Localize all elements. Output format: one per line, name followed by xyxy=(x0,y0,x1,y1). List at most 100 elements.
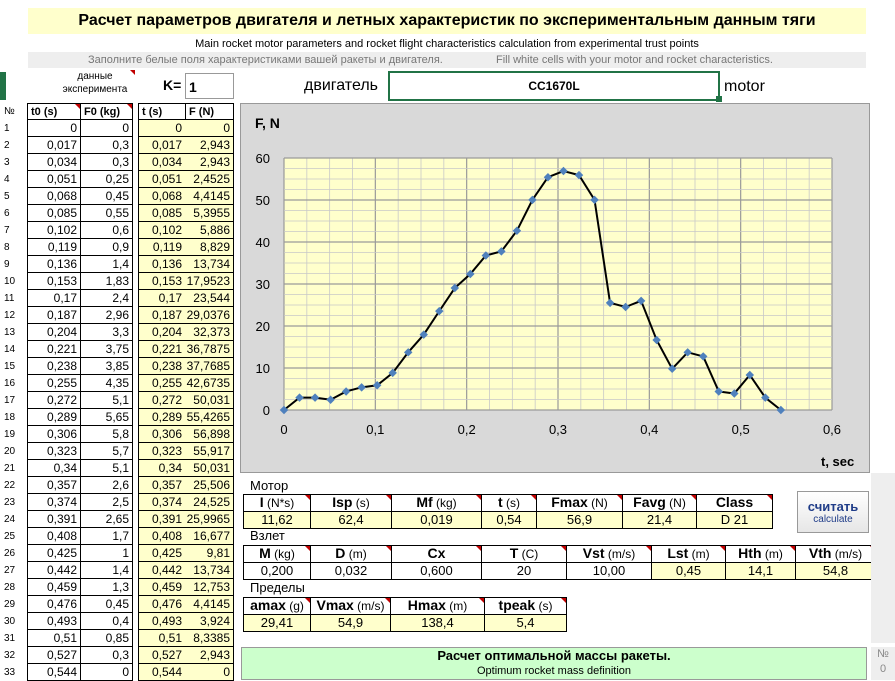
param-value: 138,4 xyxy=(390,614,485,632)
cell-t0[interactable]: 0,493 xyxy=(27,613,81,630)
cell-f0[interactable]: 1,4 xyxy=(80,256,133,273)
cell-t0[interactable]: 0,527 xyxy=(27,647,81,664)
cell-f0[interactable]: 1,7 xyxy=(80,528,133,545)
cell-f0[interactable]: 0,55 xyxy=(80,205,133,222)
cell-t: 0,544 xyxy=(138,664,186,681)
exp-data-label-1: данные xyxy=(77,71,113,82)
cell-f0[interactable]: 1,4 xyxy=(80,562,133,579)
cell-t0[interactable]: 0,017 xyxy=(27,137,81,154)
cell-f0[interactable]: 0 xyxy=(80,664,133,681)
row-number: 10 xyxy=(4,276,16,287)
cell-f0[interactable]: 1,3 xyxy=(80,579,133,596)
cell-t: 0,051 xyxy=(138,171,186,188)
cell-f0[interactable]: 4,35 xyxy=(80,375,133,392)
cell-t: 0,51 xyxy=(138,630,186,647)
calculate-button[interactable]: считать calculate xyxy=(797,491,869,533)
cell-f0[interactable]: 5,1 xyxy=(80,460,133,477)
param-value[interactable]: 0,200 xyxy=(243,562,311,580)
cell-f0[interactable]: 2,4 xyxy=(80,290,133,307)
cell-t: 0,357 xyxy=(138,477,186,494)
cell-t: 0,085 xyxy=(138,205,186,222)
cell-t0[interactable]: 0,085 xyxy=(27,205,81,222)
cell-t0[interactable]: 0,51 xyxy=(27,630,81,647)
cell-t0[interactable]: 0,187 xyxy=(27,307,81,324)
cell-f0[interactable]: 0,45 xyxy=(80,188,133,205)
cell-t0[interactable]: 0,255 xyxy=(27,375,81,392)
cell-t0[interactable]: 0,34 xyxy=(27,460,81,477)
cell-t0[interactable]: 0,119 xyxy=(27,239,81,256)
cell-f0[interactable]: 5,65 xyxy=(80,409,133,426)
cell-f0[interactable]: 0,25 xyxy=(80,171,133,188)
fill-handle[interactable] xyxy=(716,96,722,102)
cell-t0[interactable]: 0,306 xyxy=(27,426,81,443)
cell-f0[interactable]: 2,96 xyxy=(80,307,133,324)
cell-f0[interactable]: 0,45 xyxy=(80,596,133,613)
engine-name-input[interactable]: CC1670L xyxy=(388,71,720,101)
cell-f0[interactable]: 0,6 xyxy=(80,222,133,239)
cell-f0[interactable]: 2,65 xyxy=(80,511,133,528)
cell-t0[interactable]: 0,153 xyxy=(27,273,81,290)
cell-t0[interactable]: 0,459 xyxy=(27,579,81,596)
cell-t0[interactable]: 0,034 xyxy=(27,154,81,171)
cell-t: 0,408 xyxy=(138,528,186,545)
cell-f0[interactable]: 3,85 xyxy=(80,358,133,375)
cell-t: 0,221 xyxy=(138,341,186,358)
chart-panel[interactable]: 0 0,1 0,2 0,3 0,4 0,5 0,6 0 10 20 30 40 50 60 F, N t… xyxy=(240,103,870,473)
cell-t0[interactable]: 0,17 xyxy=(27,290,81,307)
param-value[interactable]: 0,032 xyxy=(310,562,392,580)
cell-t0[interactable]: 0,391 xyxy=(27,511,81,528)
limits-headers: amax (g) Vmax (m/s) Hmax (m) tpeak (s) xyxy=(243,597,573,615)
cell-f0[interactable]: 3,3 xyxy=(80,324,133,341)
cell-f0[interactable]: 0,3 xyxy=(80,137,133,154)
optimum-subtitle: Optimum rocket mass definition xyxy=(476,665,632,677)
param-value[interactable]: 10,00 xyxy=(566,562,652,580)
cell-t0[interactable]: 0,374 xyxy=(27,494,81,511)
cell-f0[interactable]: 0,9 xyxy=(80,239,133,256)
cell-f0[interactable]: 1,83 xyxy=(80,273,133,290)
page-subtitle: Main rocket motor parameters and rocket … xyxy=(195,38,699,50)
cell-t0[interactable]: 0,289 xyxy=(27,409,81,426)
comment-marker-icon xyxy=(561,598,566,603)
param-value: 54,8 xyxy=(795,562,876,580)
hint-bar: Заполните белые поля характеристиками ва… xyxy=(28,52,866,68)
cell-t0[interactable]: 0,425 xyxy=(27,545,81,562)
cell-f0[interactable]: 0,85 xyxy=(80,630,133,647)
cell-t0[interactable]: 0,476 xyxy=(27,596,81,613)
cell-t0[interactable]: 0,221 xyxy=(27,341,81,358)
cell-t0[interactable]: 0,323 xyxy=(27,443,81,460)
cell-f0[interactable]: 0,3 xyxy=(80,154,133,171)
cell-f0[interactable]: 0,3 xyxy=(80,647,133,664)
cell-f0[interactable]: 2,5 xyxy=(80,494,133,511)
param-value[interactable]: 20 xyxy=(481,562,567,580)
cell-t0[interactable]: 0,357 xyxy=(27,477,81,494)
cell-f0[interactable]: 5,1 xyxy=(80,392,133,409)
param-value[interactable]: 0,600 xyxy=(391,562,482,580)
cell-f0[interactable]: 1 xyxy=(80,545,133,562)
cell-t0[interactable]: 0,544 xyxy=(27,664,81,681)
cell-t0[interactable]: 0,272 xyxy=(27,392,81,409)
table-calc-border xyxy=(138,120,139,681)
cell-t: 0,425 xyxy=(138,545,186,562)
cell-t0[interactable]: 0 xyxy=(27,120,81,137)
cell-f0[interactable]: 0,4 xyxy=(80,613,133,630)
cell-t0[interactable]: 0,051 xyxy=(27,171,81,188)
cell-t0[interactable]: 0,408 xyxy=(27,528,81,545)
cell-f0[interactable]: 0 xyxy=(80,120,133,137)
k-input[interactable]: 1 xyxy=(185,73,234,99)
cell-t0[interactable]: 0,102 xyxy=(27,222,81,239)
cell-f0[interactable]: 5,8 xyxy=(80,426,133,443)
cell-f0[interactable]: 5,7 xyxy=(80,443,133,460)
motor-label: motor xyxy=(724,78,765,95)
y-tick-labels: 0 10 20 30 40 50 60 xyxy=(256,151,270,418)
cell-f0[interactable]: 3,75 xyxy=(80,341,133,358)
cell-f0[interactable]: 2,6 xyxy=(80,477,133,494)
cell-t0[interactable]: 0,204 xyxy=(27,324,81,341)
cell-t0[interactable]: 0,068 xyxy=(27,188,81,205)
cell-t0[interactable]: 0,136 xyxy=(27,256,81,273)
row-selector[interactable] xyxy=(0,72,6,100)
cell-f: 25,506 xyxy=(185,477,234,494)
cell-f: 2,943 xyxy=(185,647,234,664)
cell-t0[interactable]: 0,442 xyxy=(27,562,81,579)
cell-t0[interactable]: 0,238 xyxy=(27,358,81,375)
param-header: T (C) xyxy=(481,545,567,563)
